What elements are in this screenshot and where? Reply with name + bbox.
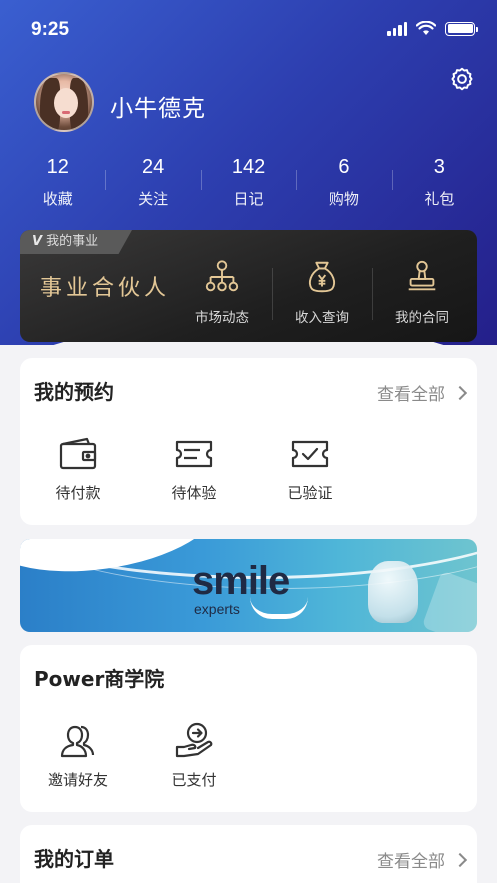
appointments-card: 我的预约 查看全部 待付款 待体验 已验证 [20,358,477,525]
stat-label: 收藏 [42,190,73,208]
chevron-right-icon [452,385,468,400]
stat-label: 礼包 [424,190,455,208]
smile-experts-logo: smile experts [192,559,308,619]
stats-row: 12 收藏 24 关注 142 日记 6 购物 3 礼包 [10,154,487,209]
appointment-pending-payment[interactable]: 待付款 [20,434,136,503]
wallet-icon [59,437,97,470]
academy-title: Power商学院 [34,667,165,691]
career-items: 市场动态 收入查询 我的合同 [172,258,472,326]
career-tag-label: 我的事业 [46,234,99,249]
tooth-image [368,561,418,623]
org-chart-icon [205,260,239,292]
appointment-to-experience[interactable]: 待体验 [136,434,252,503]
stat-diary[interactable]: 142 日记 [200,154,296,209]
career-item-label: 收入查询 [295,310,349,326]
stat-value: 142 [231,156,266,178]
view-all-label: 查看全部 [377,385,445,405]
orders-view-all[interactable]: 查看全部 [377,847,468,872]
logo-sub: experts [194,601,240,617]
promo-banner[interactable]: smile experts [20,539,477,632]
view-all-label: 查看全部 [377,852,445,872]
appointments-icons: 待付款 待体验 已验证 [20,434,368,503]
avatar[interactable] [34,72,94,132]
status-bar: 9:25 [0,0,497,60]
logo-brand: smile [192,559,290,603]
paid-icon [175,722,213,758]
settings-gear-icon[interactable] [449,66,475,92]
academy-icons: 邀请好友 已支付 [20,721,252,790]
appointment-verified[interactable]: 已验证 [252,434,368,503]
career-item-label: 我的合同 [395,310,449,326]
stat-label: 购物 [328,190,359,208]
academy-card: Power商学院 邀请好友 已支付 [20,645,477,812]
appointment-label: 待付款 [55,484,101,502]
career-title[interactable]: 事业合伙人 [40,270,170,302]
stat-value: 3 [433,156,445,178]
orders-title: 我的订单 [34,847,114,871]
ticket-icon [175,440,213,468]
career-item-contract[interactable]: 我的合同 [372,258,472,326]
stat-gift-packs[interactable]: 3 礼包 [391,154,487,209]
stat-value: 24 [141,156,165,178]
academy-paid[interactable]: 已支付 [136,721,252,790]
stat-label: 关注 [138,190,169,208]
status-time: 9:25 [31,19,70,40]
academy-label: 已支付 [171,771,217,789]
appointment-label: 待体验 [171,484,217,502]
appointments-view-all[interactable]: 查看全部 [377,380,468,405]
signal-icon [387,21,407,36]
academy-label: 邀请好友 [47,771,108,789]
career-tag: V 我的事业 [20,230,132,254]
wifi-icon [416,21,436,35]
career-card: V 我的事业 事业合伙人 市场动态 收入查询 我的合同 [20,230,477,342]
stat-shopping[interactable]: 6 购物 [296,154,391,209]
status-icons [387,21,478,36]
stat-label: 日记 [233,190,264,208]
stamp-icon [408,260,436,291]
stat-favorites[interactable]: 12 收藏 [10,154,105,209]
career-item-income[interactable]: 收入查询 [272,258,372,326]
career-tag-mark: V [32,234,43,249]
career-item-market[interactable]: 市场动态 [172,258,272,326]
battery-icon [445,21,478,36]
appointments-title: 我的预约 [34,380,114,404]
appointment-label: 已验证 [287,484,333,502]
money-bag-icon [308,261,336,293]
academy-invite-friends[interactable]: 邀请好友 [20,721,136,790]
stat-value: 6 [338,156,350,178]
verified-ticket-icon [291,440,329,468]
chevron-right-icon [452,852,468,867]
stat-following[interactable]: 24 关注 [105,154,200,209]
career-item-label: 市场动态 [195,310,249,326]
stat-value: 12 [46,156,69,178]
username: 小牛德克 [110,96,206,122]
invite-friends-icon [60,725,95,758]
orders-card: 我的订单 查看全部 [20,825,477,883]
